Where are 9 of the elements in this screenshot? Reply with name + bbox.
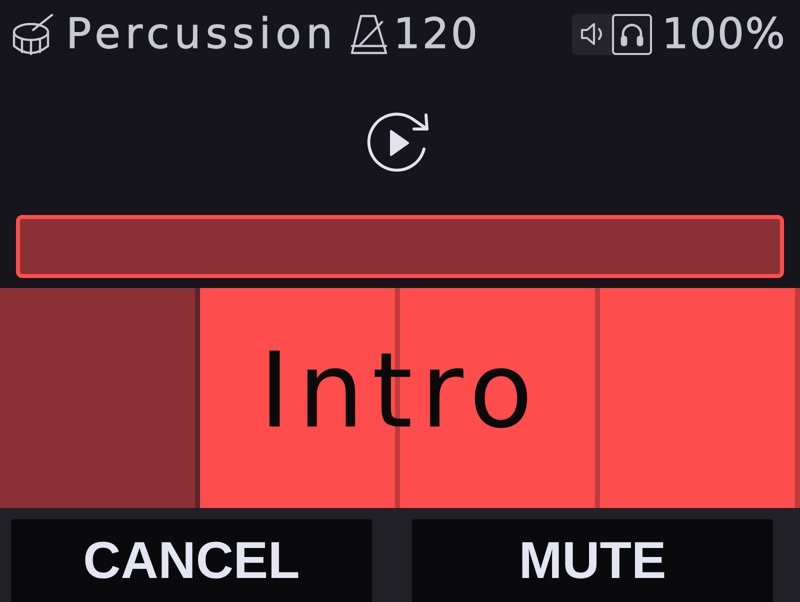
mute-button[interactable]: MUTE — [412, 519, 773, 602]
drum-icon — [12, 12, 56, 56]
headphones-toggle[interactable] — [612, 14, 652, 54]
tempo-value: 120 — [393, 13, 480, 55]
section-label: Intro — [259, 338, 541, 443]
metronome-icon — [349, 12, 390, 56]
instrument-title: Percussion — [66, 13, 338, 55]
cancel-button[interactable]: CANCEL — [11, 519, 372, 602]
volume-value: 100% — [662, 13, 786, 55]
